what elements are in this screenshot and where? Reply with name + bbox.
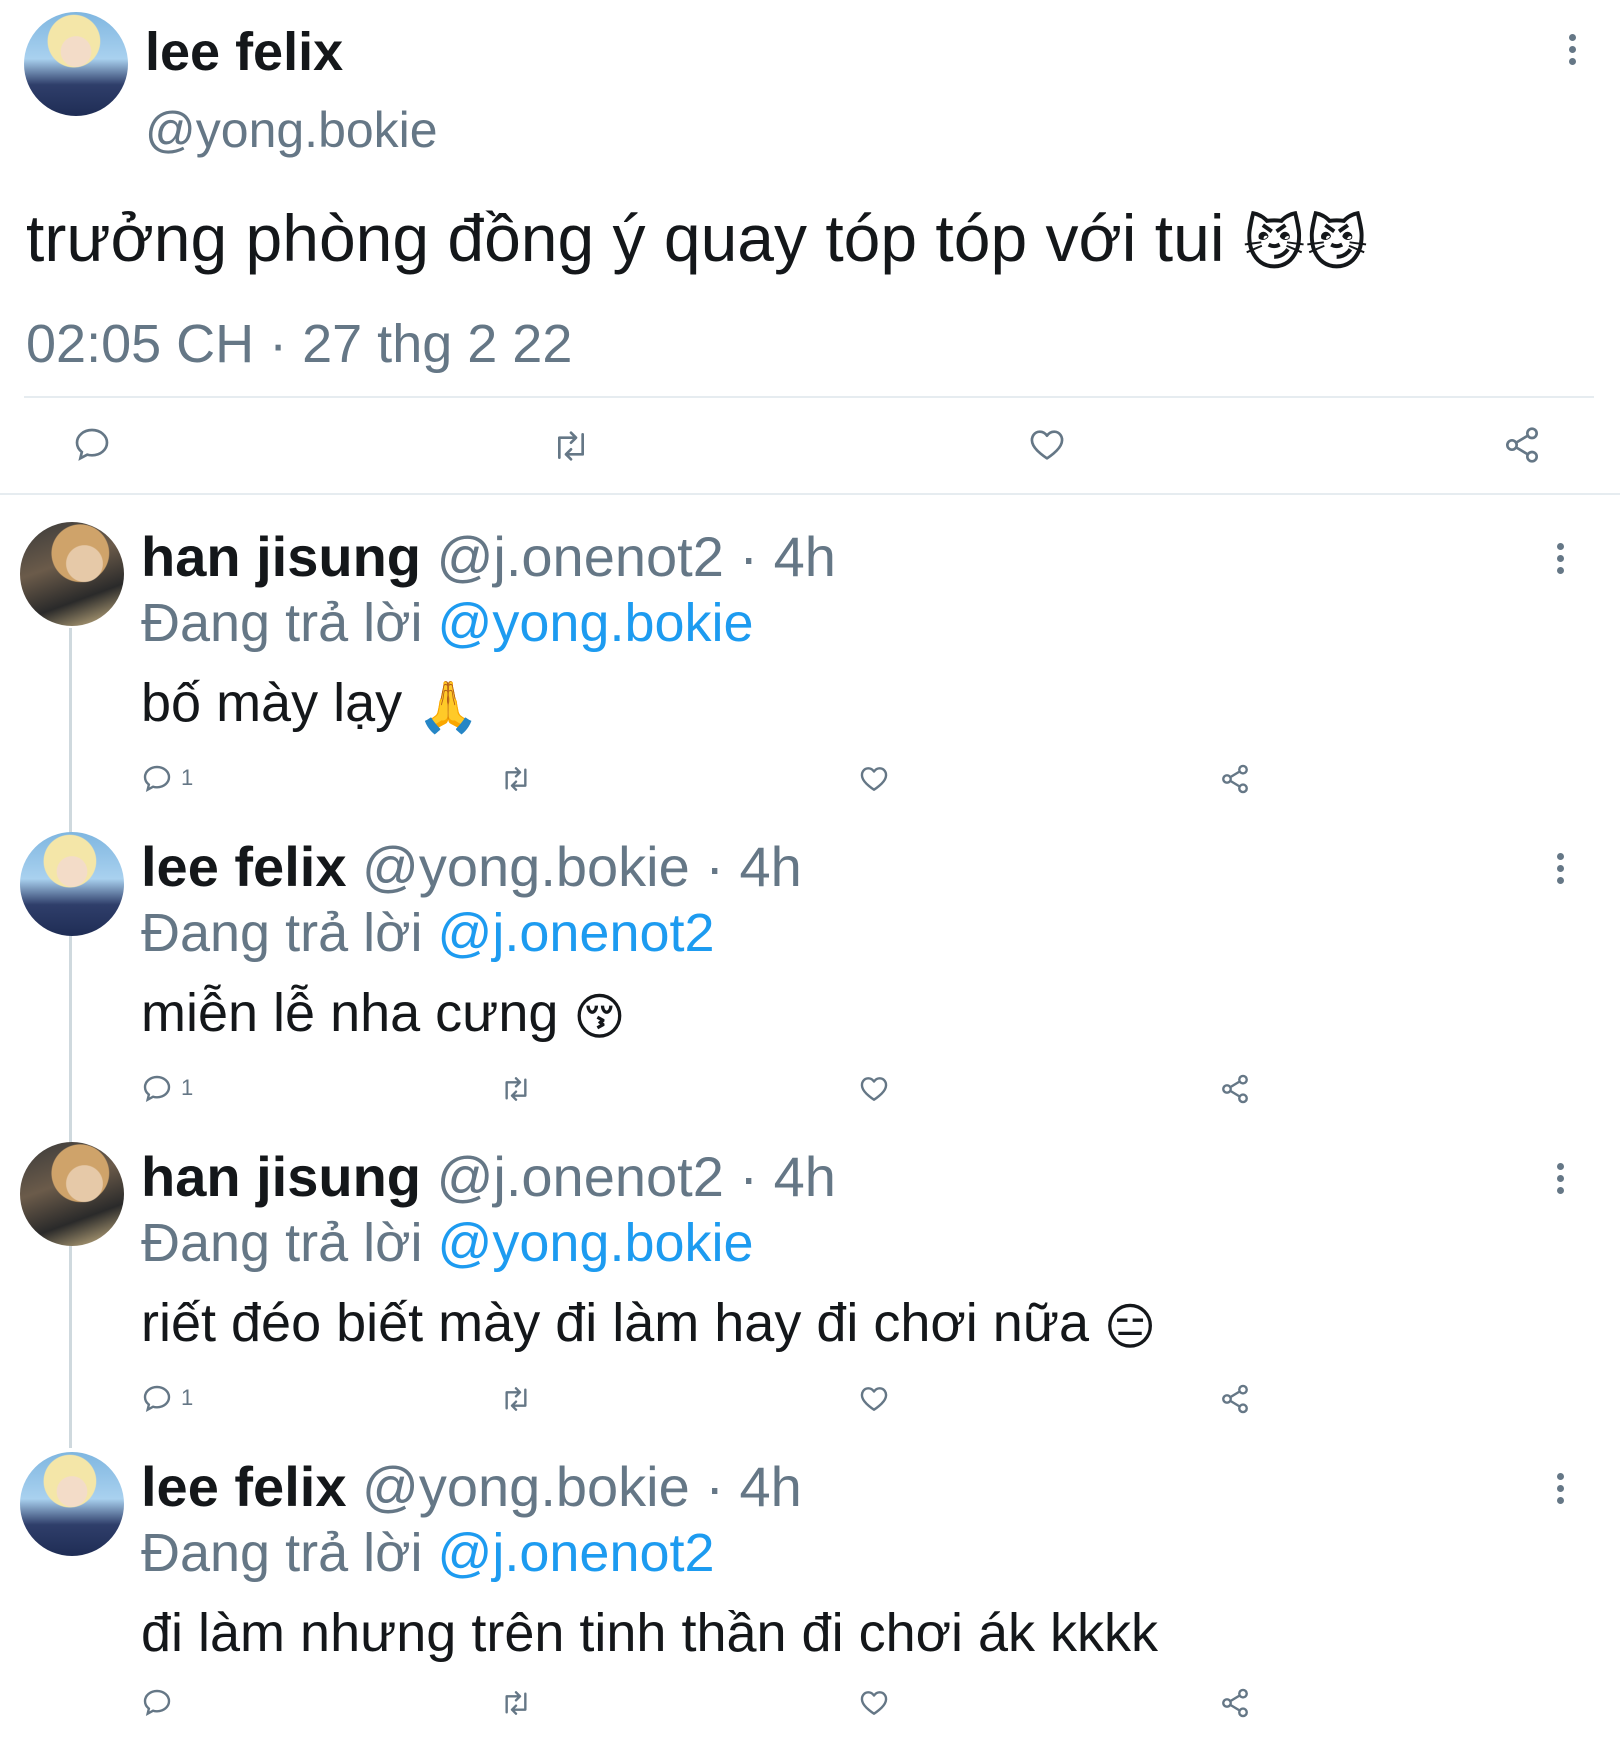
like-icon[interactable] — [857, 1687, 891, 1719]
retweet-icon[interactable] — [498, 1383, 534, 1415]
avatar[interactable] — [20, 522, 124, 626]
reply-icon[interactable] — [141, 763, 173, 795]
reply-count: 1 — [181, 765, 194, 790]
share-icon[interactable] — [1219, 1383, 1251, 1415]
author-name[interactable]: lee felix — [145, 22, 343, 82]
avatar[interactable] — [20, 832, 124, 936]
replying-to-line: Đang trả lời @j.onenot2 — [141, 901, 715, 965]
reply-text-content: bố mày lạy — [141, 673, 403, 733]
replying-to-line: Đang trả lời @j.onenot2 — [141, 1521, 715, 1585]
avatar[interactable] — [20, 1142, 124, 1246]
reply-time[interactable]: · 4h — [705, 835, 802, 898]
more-icon[interactable] — [1557, 1473, 1565, 1509]
reply-time[interactable]: · 4h — [739, 1145, 836, 1208]
divider — [0, 493, 1620, 495]
folded-hands-emoji: 🙏 — [417, 678, 480, 735]
reply-text: bố mày lạy 🙏 — [141, 671, 479, 739]
share-icon[interactable] — [1219, 1073, 1251, 1105]
reply-icon[interactable] — [141, 1383, 173, 1415]
more-icon[interactable] — [1569, 34, 1577, 70]
like-icon[interactable] — [857, 1073, 891, 1105]
reply-text: miễn lễ nha cưng 😚 — [141, 981, 626, 1049]
author-handle[interactable]: @j.onenot2 — [437, 525, 724, 588]
reply-text: đi làm nhưng trên tinh thần đi chơi ák k… — [141, 1601, 1158, 1665]
avatar[interactable] — [24, 12, 128, 116]
replying-to-label: Đang trả lời — [141, 1213, 423, 1273]
reply-header: han jisung @j.onenot2 · 4h — [141, 525, 836, 589]
replying-to-link[interactable]: @yong.bokie — [438, 1213, 754, 1273]
tweet-timestamp[interactable]: 02:05 CH · 27 thg 2 22 — [26, 313, 572, 375]
author-name[interactable]: han jisung — [141, 525, 421, 588]
tweet-text: trưởng phòng đồng ý quay tóp tóp với tui… — [26, 200, 1368, 282]
reply-text: riết đéo biết mày đi làm hay đi chơi nữa… — [141, 1291, 1156, 1359]
reply-icon[interactable] — [141, 1687, 173, 1719]
reply-time[interactable]: · 4h — [739, 525, 836, 588]
tweet-text-content: trưởng phòng đồng ý quay tóp tóp với tui — [26, 201, 1225, 275]
replying-to-line: Đang trả lời @yong.bokie — [141, 1211, 754, 1275]
retweet-icon[interactable] — [498, 1073, 534, 1105]
retweet-icon[interactable] — [498, 763, 534, 795]
replying-to-label: Đang trả lời — [141, 1523, 423, 1583]
like-icon[interactable] — [857, 763, 891, 795]
reply-count: 1 — [181, 1385, 194, 1410]
retweet-icon[interactable] — [498, 1687, 534, 1719]
author-name[interactable]: lee felix — [141, 1455, 346, 1518]
author-name[interactable]: lee felix — [141, 835, 346, 898]
replying-to-label: Đang trả lời — [141, 593, 423, 653]
thread-line — [69, 628, 72, 1448]
more-icon[interactable] — [1557, 543, 1565, 579]
replying-to-link[interactable]: @j.onenot2 — [438, 1523, 715, 1583]
replying-to-link[interactable]: @yong.bokie — [438, 593, 754, 653]
replying-to-label: Đang trả lời — [141, 903, 423, 963]
share-icon[interactable] — [1219, 763, 1251, 795]
author-handle[interactable]: @yong.bokie — [362, 1455, 690, 1518]
reply-header: lee felix @yong.bokie · 4h — [141, 1455, 802, 1519]
reply-header: han jisung @j.onenot2 · 4h — [141, 1145, 836, 1209]
avatar[interactable] — [20, 1452, 124, 1556]
replying-to-line: Đang trả lời @yong.bokie — [141, 591, 754, 655]
share-icon[interactable] — [1502, 425, 1542, 465]
kissing-emoji: 😚 — [573, 988, 626, 1045]
expressionless-emoji: 😑 — [1104, 1298, 1157, 1355]
reply-icon[interactable] — [72, 425, 112, 465]
like-icon[interactable] — [1026, 425, 1068, 465]
retweet-icon[interactable] — [549, 426, 593, 466]
like-icon[interactable] — [857, 1383, 891, 1415]
more-icon[interactable] — [1557, 1163, 1565, 1199]
author-handle[interactable]: @yong.bokie — [362, 835, 690, 898]
replying-to-link[interactable]: @j.onenot2 — [438, 903, 715, 963]
smirk-cat-emoji: 😼😼 — [1242, 209, 1368, 277]
divider — [24, 396, 1594, 398]
reply-text-content: riết đéo biết mày đi làm hay đi chơi nữa — [141, 1293, 1090, 1353]
author-handle[interactable]: @yong.bokie — [145, 100, 438, 160]
author-name[interactable]: han jisung — [141, 1145, 421, 1208]
reply-header: lee felix @yong.bokie · 4h — [141, 835, 802, 899]
author-handle[interactable]: @j.onenot2 — [437, 1145, 724, 1208]
reply-text-content: đi làm nhưng trên tinh thần đi chơi ák k… — [141, 1603, 1159, 1663]
share-icon[interactable] — [1219, 1687, 1251, 1719]
reply-time[interactable]: · 4h — [705, 1455, 802, 1518]
reply-count: 1 — [181, 1075, 194, 1100]
reply-text-content: miễn lễ nha cưng — [141, 983, 559, 1043]
more-icon[interactable] — [1557, 853, 1565, 889]
reply-icon[interactable] — [141, 1073, 173, 1105]
